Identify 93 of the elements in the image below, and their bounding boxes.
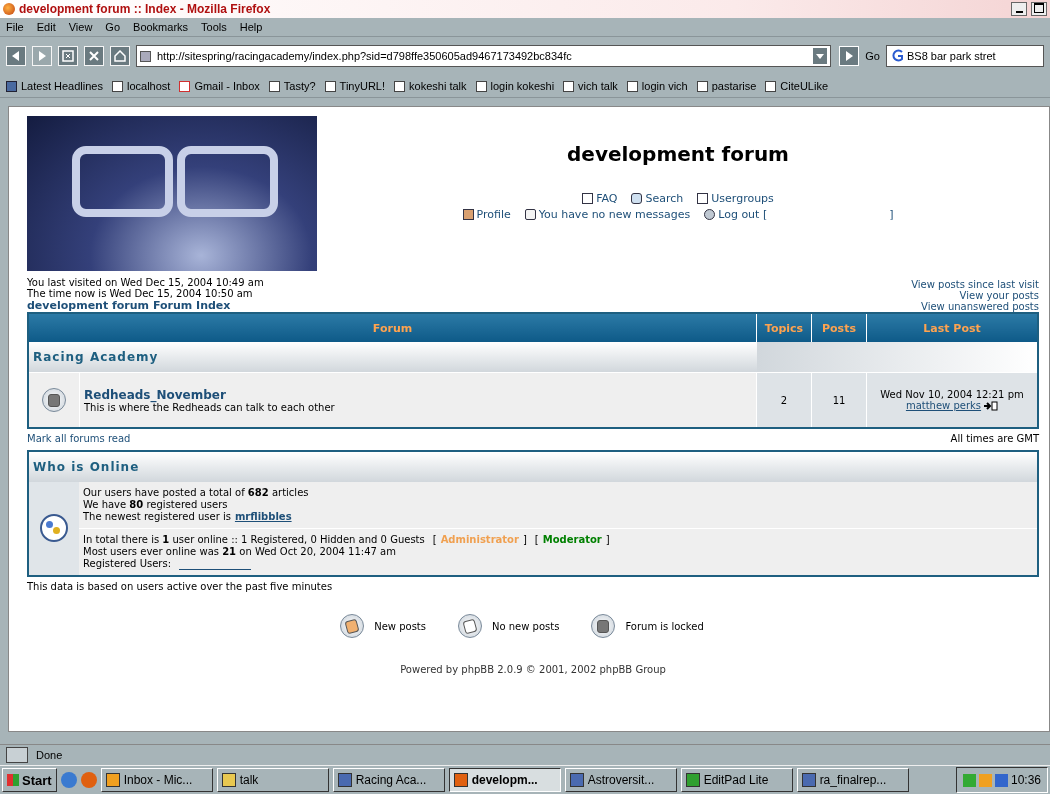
home-button[interactable] xyxy=(110,46,130,66)
activity-note: This data is based on users active over the past five minutes xyxy=(27,581,334,592)
forward-button[interactable] xyxy=(32,46,52,66)
footer-text: Powered by phpBB 2.0.9 © 2001, 2002 phpBB Group xyxy=(399,664,667,675)
quick-link[interactable]: View posts since last visit xyxy=(911,279,1039,290)
taskbar-button[interactable]: Racing Aca... xyxy=(332,768,445,792)
close-icon xyxy=(88,50,100,62)
column-header: Posts xyxy=(811,313,867,342)
window-title: development forum :: Index - Mozilla Firefox xyxy=(19,2,271,16)
search-field[interactable]: BS8 bar park stret xyxy=(886,45,1044,67)
nav-link[interactable]: Usergroups xyxy=(697,192,774,205)
bookmark-link[interactable]: Gmail - Inbox xyxy=(179,80,260,92)
users-online-icon xyxy=(40,513,68,542)
nav-link[interactable]: FAQ xyxy=(582,192,618,205)
bracket-text: ] xyxy=(889,208,894,221)
maximize-button[interactable] xyxy=(1031,2,1047,16)
site-title: development forum xyxy=(567,142,789,166)
status-text: Done xyxy=(36,749,63,761)
last-post-date: Wed Nov 10, 2004 12:21 pm xyxy=(879,389,1025,400)
bookmark-link[interactable]: Tasty? xyxy=(268,80,316,92)
forum-link[interactable]: Redheads_November xyxy=(84,387,755,402)
menu-item[interactable]: View xyxy=(68,21,93,33)
menu-item[interactable]: Tools xyxy=(201,21,227,33)
taskbar-button[interactable]: Inbox - Mic... xyxy=(100,768,213,792)
group-legend: Administrator xyxy=(440,534,519,546)
bracket-text: ] xyxy=(522,534,527,546)
minimize-button[interactable] xyxy=(1011,2,1027,16)
column-header: Topics xyxy=(756,313,812,342)
back-button[interactable] xyxy=(6,46,26,66)
browser-logo-icon xyxy=(3,3,15,15)
record-text: Most users ever online was 21 on Wed Oct 20, 2004 11:47 am xyxy=(83,546,397,558)
house-icon xyxy=(114,50,126,62)
group-legend: Moderator xyxy=(542,534,602,546)
column-header: Last Post xyxy=(866,313,1038,342)
bracket-text: [ xyxy=(534,534,539,546)
nav-link[interactable]: Log out [ xyxy=(704,208,768,221)
category-title: Racing Academy xyxy=(28,342,757,373)
taskbar-button[interactable]: ra_finalrep... xyxy=(796,768,909,792)
tray-icon[interactable] xyxy=(994,773,1008,787)
section-title: Who is Online xyxy=(28,451,1038,482)
stop-button[interactable] xyxy=(84,46,104,66)
menu-item[interactable]: Bookmarks xyxy=(133,21,189,33)
reload-button[interactable] xyxy=(58,46,78,66)
taskbar-button[interactable]: talk xyxy=(216,768,329,792)
go-button[interactable]: Go xyxy=(837,46,880,66)
bookmark-link[interactable]: vich talk xyxy=(563,80,618,92)
clock-text: 10:36 xyxy=(1010,773,1041,787)
menu-item[interactable]: Help xyxy=(239,21,263,33)
bookmark-link[interactable]: localhost xyxy=(111,80,171,92)
topics-count: 2 xyxy=(756,372,812,428)
legend-label: Forum is locked xyxy=(625,620,704,632)
taskbar-button[interactable]: Astroversit... xyxy=(564,768,677,792)
taskbar-button[interactable]: developm... xyxy=(448,768,561,792)
nav-link[interactable]: Profile xyxy=(462,208,511,221)
forum-description: This is where the Redheads can talk to each other xyxy=(84,401,336,413)
stats-text: We have 80 registered users xyxy=(83,499,228,511)
taskbar-button[interactable]: EditPad Lite xyxy=(680,768,793,792)
visit-info-text: The time now is Wed Dec 15, 2004 10:50 am xyxy=(27,288,254,299)
bookmark-link[interactable]: kokeshi talk xyxy=(394,80,467,92)
stats-text: Our users have posted a total of 682 articles xyxy=(83,487,309,499)
visit-info-text: You last visited on Wed Dec 15, 2004 10:49 am xyxy=(27,277,264,288)
nav-link[interactable]: Search xyxy=(631,192,684,205)
user-link[interactable]: matthew perks xyxy=(905,400,982,411)
go-to-post-icon[interactable] xyxy=(984,400,999,411)
quick-link[interactable]: View unanswered posts xyxy=(921,301,1039,312)
bracket-text: ] xyxy=(605,534,610,546)
bookmark-link[interactable]: TinyURL! xyxy=(324,80,386,92)
address-field[interactable]: http://sitespring/racingacademy/index.php?sid=d798ffe350605ad9467173492bc834fc xyxy=(136,45,832,67)
registered-users-label: Registered Users: xyxy=(83,558,171,570)
menu-item[interactable]: Edit xyxy=(36,21,56,33)
column-header: Forum xyxy=(28,313,757,342)
connection-icon xyxy=(6,747,28,763)
legend-label: New posts xyxy=(374,620,426,632)
bookmark-link[interactable]: login vich xyxy=(626,80,688,92)
posts-count: 11 xyxy=(811,372,867,428)
mark-read-link[interactable]: Mark all forums read xyxy=(27,433,131,444)
bookmark-link[interactable]: pastarise xyxy=(696,80,757,92)
legend-label: No new posts xyxy=(492,620,560,632)
menu-item[interactable]: Go xyxy=(105,21,121,33)
menu-item[interactable]: File xyxy=(6,21,24,33)
bracket-text: [ xyxy=(432,534,437,546)
quick-link[interactable]: View your posts xyxy=(959,290,1039,301)
online-count-text: In total there is 1 user online :: 1 Registered, 0 Hidden and 0 Guests xyxy=(83,534,425,546)
nav-link[interactable]: You have no new messages xyxy=(524,208,691,221)
bookmark-link[interactable]: Latest Headlines xyxy=(6,80,103,92)
bookmark-link[interactable]: CiteULike xyxy=(765,80,829,92)
breadcrumb-link[interactable]: development forum Forum Index xyxy=(27,299,231,312)
start-button[interactable]: Start xyxy=(2,768,57,792)
timezone-text: All times are GMT xyxy=(950,433,1039,444)
bookmark-link[interactable]: login kokeshi xyxy=(475,80,555,92)
stats-text: The newest registered user is xyxy=(83,511,231,523)
search-engine-icon xyxy=(890,49,904,63)
newest-user-link[interactable]: mrflibbles xyxy=(234,511,292,523)
